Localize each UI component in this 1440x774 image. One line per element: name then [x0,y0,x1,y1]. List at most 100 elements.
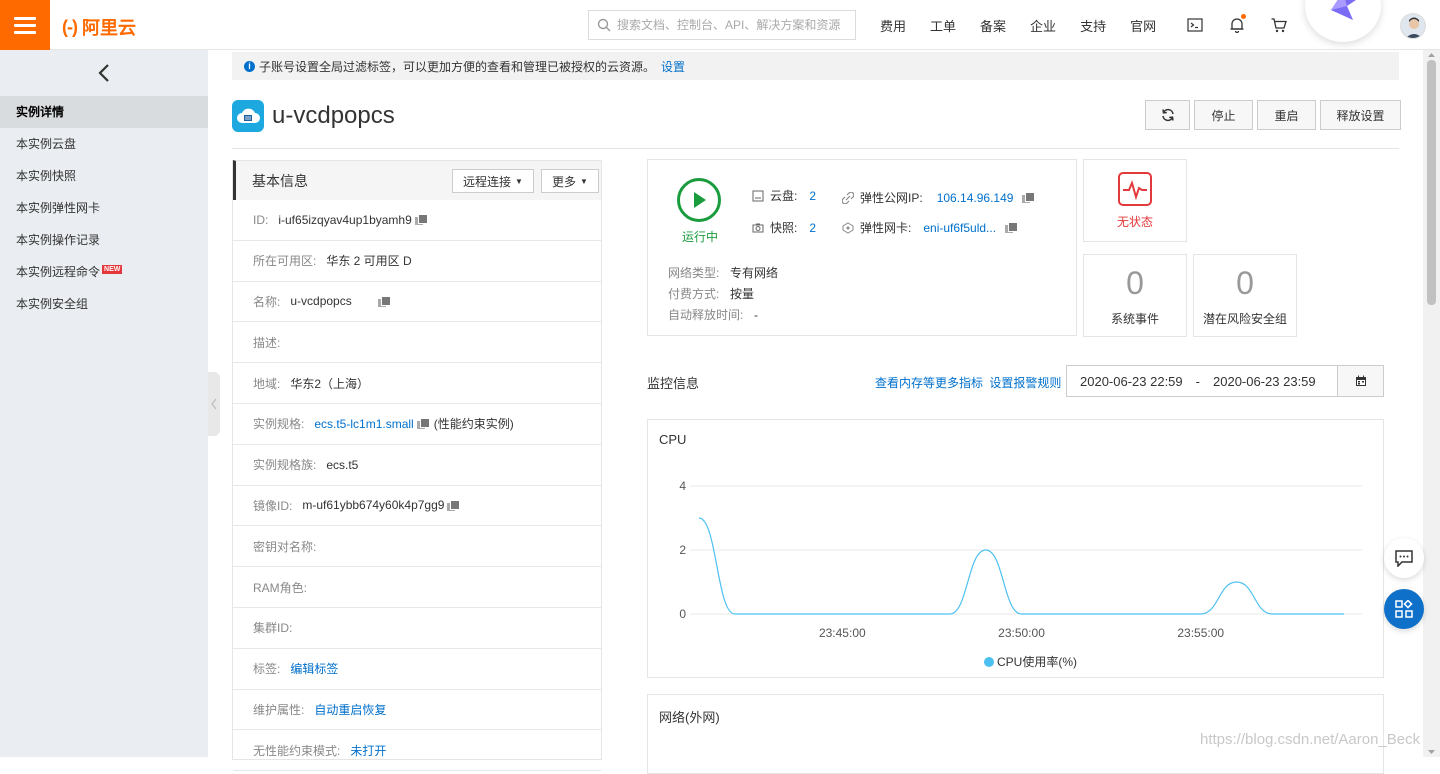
info-key: 实例规格: [253,417,305,432]
user-avatar[interactable] [1400,13,1426,39]
scroll-down-icon[interactable] [1423,747,1440,757]
y-tick-label: 4 [679,479,686,493]
copy-icon[interactable] [377,295,391,307]
stop-button[interactable]: 停止 [1194,100,1253,130]
info-row: 实例规格: ecs.t5-lc1m1.small (性能约束实例) [233,404,601,445]
system-events-count: 0 [1126,264,1144,301]
disk-icon [752,190,764,201]
network-chart-title: 网络(外网) [659,710,720,725]
copy-icon[interactable] [1005,222,1019,233]
risk-security-groups-card[interactable]: 0 潜在风险安全组 [1193,254,1297,337]
info-value-link[interactable]: 编辑标签 [290,660,338,677]
eip-link[interactable]: 106.14.96.149 [937,191,1014,205]
scroll-up-icon[interactable] [1423,50,1440,60]
copy-icon[interactable] [416,418,430,430]
menu-button[interactable] [0,0,50,50]
nav-icp[interactable]: 备案 [968,16,1018,35]
watermark: https://blog.csdn.net/Aaron_Beck [1200,731,1421,748]
copy-icon[interactable] [414,214,428,226]
nav-tickets[interactable]: 工单 [918,16,968,35]
feedback-button[interactable] [1384,538,1424,578]
sidebar-item-instance-details[interactable]: 实例详情 [0,96,208,128]
assistant-bubble-icon[interactable] [1305,0,1381,42]
sidebar-item-eni[interactable]: 本实例弹性网卡 [0,192,208,224]
y-tick-label: 2 [679,543,686,557]
sidebar-item-label: 本实例远程命令 [16,265,101,279]
info-key: 地域: [253,376,281,391]
notice-settings-link[interactable]: 设置 [661,58,685,75]
apps-button[interactable] [1384,589,1424,629]
disk-count-link[interactable]: 2 [809,189,816,203]
terminal-icon[interactable] [1174,0,1216,50]
page-scrollbar[interactable] [1423,50,1440,757]
info-value-link[interactable]: 自动重启恢复 [314,701,386,718]
x-tick-label: 23:55:00 [1177,626,1224,640]
sidebar-item-operation-logs[interactable]: 本实例操作记录 [0,224,208,256]
ecs-cloud-icon [232,100,264,132]
nav-support[interactable]: 支持 [1068,16,1118,35]
nav-enterprise[interactable]: 企业 [1018,16,1068,35]
alarm-rules-link[interactable]: 设置报警规则 [989,376,1061,390]
nav-fees[interactable]: 费用 [868,16,918,35]
sidebar-collapse-handle[interactable] [208,372,220,436]
info-key: ID: [253,212,269,227]
restart-button[interactable]: 重启 [1257,100,1316,130]
info-value-link[interactable]: ecs.t5-lc1m1.small [314,417,413,431]
info-icon: i [244,60,255,72]
aliyun-logo[interactable]: (-) 阿里云 [62,14,136,40]
sidebar-item-label: 本实例操作记录 [16,233,101,247]
page-title: u-vcdpopcs [272,102,395,129]
snapshot-count-link[interactable]: 2 [809,221,816,235]
more-metrics-link[interactable]: 查看内存等更多指标 [875,376,983,390]
brand-name: 阿里云 [81,18,136,38]
new-badge: NEW [102,265,123,274]
aliyun-logo-mark: (-) [62,16,78,37]
health-status-label: 无状态 [1116,215,1153,229]
info-value: 华东 2 可用区 D [326,254,412,269]
copy-icon[interactable] [447,499,461,511]
calendar-button[interactable] [1337,366,1383,396]
info-value: ecs.t5 [326,457,359,472]
search-input[interactable] [617,18,847,32]
status-card: 运行中 云盘: 2 快照: 2 弹性公网IP: 106.14.96.149 弹性… [647,159,1077,336]
info-row: RAM角色: [233,567,601,608]
eip-label: 弹性公网IP: [860,191,923,205]
caret-down-icon: ▼ [515,176,523,186]
date-separator: - [1195,373,1200,389]
system-events-card[interactable]: 0 系统事件 [1083,254,1187,337]
y-tick-label: 0 [679,607,686,621]
remote-connect-button[interactable]: 远程连接 ▼ [452,169,534,193]
sidebar-item-security-groups[interactable]: 本实例安全组 [0,288,208,320]
more-button[interactable]: 更多 ▼ [541,169,599,193]
notice-bar: i 子账号设置全局过滤标签，可以更加方便的查看和管理已被授权的云资源。 设置 [232,52,1399,80]
x-tick-label: 23:50:00 [998,626,1045,640]
info-value-link[interactable]: 未打开 [350,742,386,759]
sidebar-item-label: 实例详情 [16,105,65,119]
refresh-button[interactable] [1145,100,1190,130]
basic-info-title: 基本信息 [252,172,308,189]
back-button[interactable] [0,50,208,96]
date-from: 2020-06-23 22:59 [1080,373,1183,389]
info-row: 密钥对名称: [233,526,601,568]
release-settings-button[interactable]: 释放设置 [1320,100,1401,130]
sidebar-item-disks[interactable]: 本实例云盘 [0,128,208,160]
info-row: 镜像ID: m-uf61ybb674y60k4p7gg9 [233,486,601,527]
copy-icon[interactable] [1022,192,1036,203]
health-status-card[interactable]: 无状态 [1083,159,1187,242]
date-range-picker[interactable]: 2020-06-23 22:59 - 2020-06-23 23:59 [1066,365,1384,397]
eni-link[interactable]: eni-uf6f5uld... [923,221,996,235]
auto-release-row: 自动释放时间: - [668,306,758,323]
sidebar-item-label: 本实例快照 [16,169,77,183]
cart-icon[interactable] [1258,0,1300,50]
info-key: 所在可用区: [253,254,317,269]
sidebar-item-snapshots[interactable]: 本实例快照 [0,160,208,192]
nav-official[interactable]: 官网 [1118,16,1168,35]
search-box[interactable] [588,10,856,40]
net-type-key: 网络类型: [668,266,720,280]
info-suffix: (性能约束实例) [433,417,514,432]
scrollbar-thumb[interactable] [1427,60,1436,305]
calendar-icon [1355,375,1366,386]
sidebar-item-remote-commands[interactable]: 本实例远程命令 NEW [0,256,208,288]
caret-down-icon: ▼ [580,176,588,186]
bell-icon[interactable] [1216,0,1258,50]
